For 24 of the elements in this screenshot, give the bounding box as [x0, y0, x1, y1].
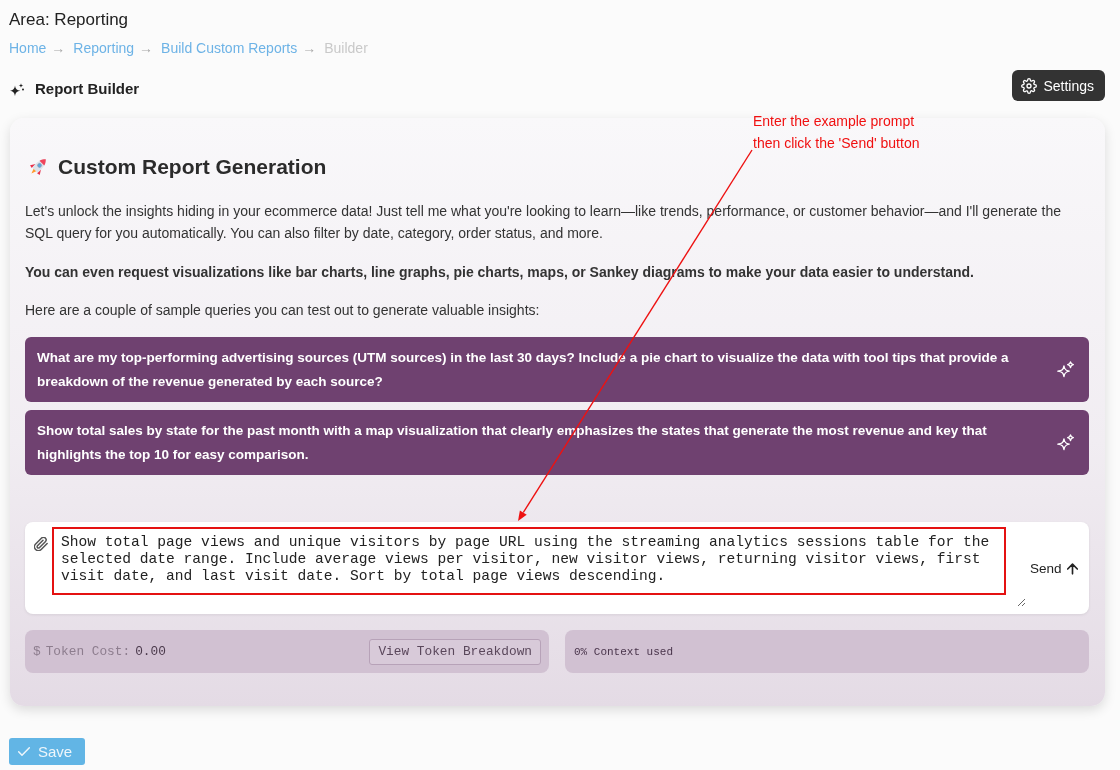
sparkle-icon — [1057, 360, 1075, 379]
page-title: Area: Reporting — [9, 9, 130, 31]
arrow-up-icon — [1066, 562, 1078, 575]
samples-intro: Here are a couple of sample queries you can test out to generate valuable insights: — [25, 301, 541, 320]
token-cost-label: Token Cost: — [45, 644, 131, 659]
prompt-composer[interactable] — [25, 522, 1089, 614]
breadcrumb-separator: → — [139, 40, 154, 56]
currency-symbol: $ — [33, 644, 41, 659]
token-breakdown-button[interactable]: View Token Breakdown — [369, 638, 541, 665]
annotation-note: Enter the example prompt then click the 'Send' button — [753, 112, 920, 153]
paperclip-icon[interactable] — [34, 537, 48, 551]
sparkle-icon — [10, 82, 24, 96]
settings-icon — [1021, 77, 1038, 94]
sparkle-icon — [1057, 433, 1075, 452]
section-title: Report Builder — [35, 79, 140, 99]
settings-button[interactable]: Settings — [1012, 70, 1105, 101]
card-heading: Custom Report Generation — [58, 155, 327, 179]
context-usage-text: 0% Context used — [574, 645, 674, 658]
breadcrumb-separator: → — [302, 40, 317, 56]
token-cost-value: 0.00 — [135, 644, 166, 659]
breadcrumb-separator: → — [51, 40, 66, 56]
send-button[interactable]: Send — [1030, 561, 1078, 576]
check-icon — [18, 747, 30, 756]
rocket-icon — [27, 156, 49, 178]
